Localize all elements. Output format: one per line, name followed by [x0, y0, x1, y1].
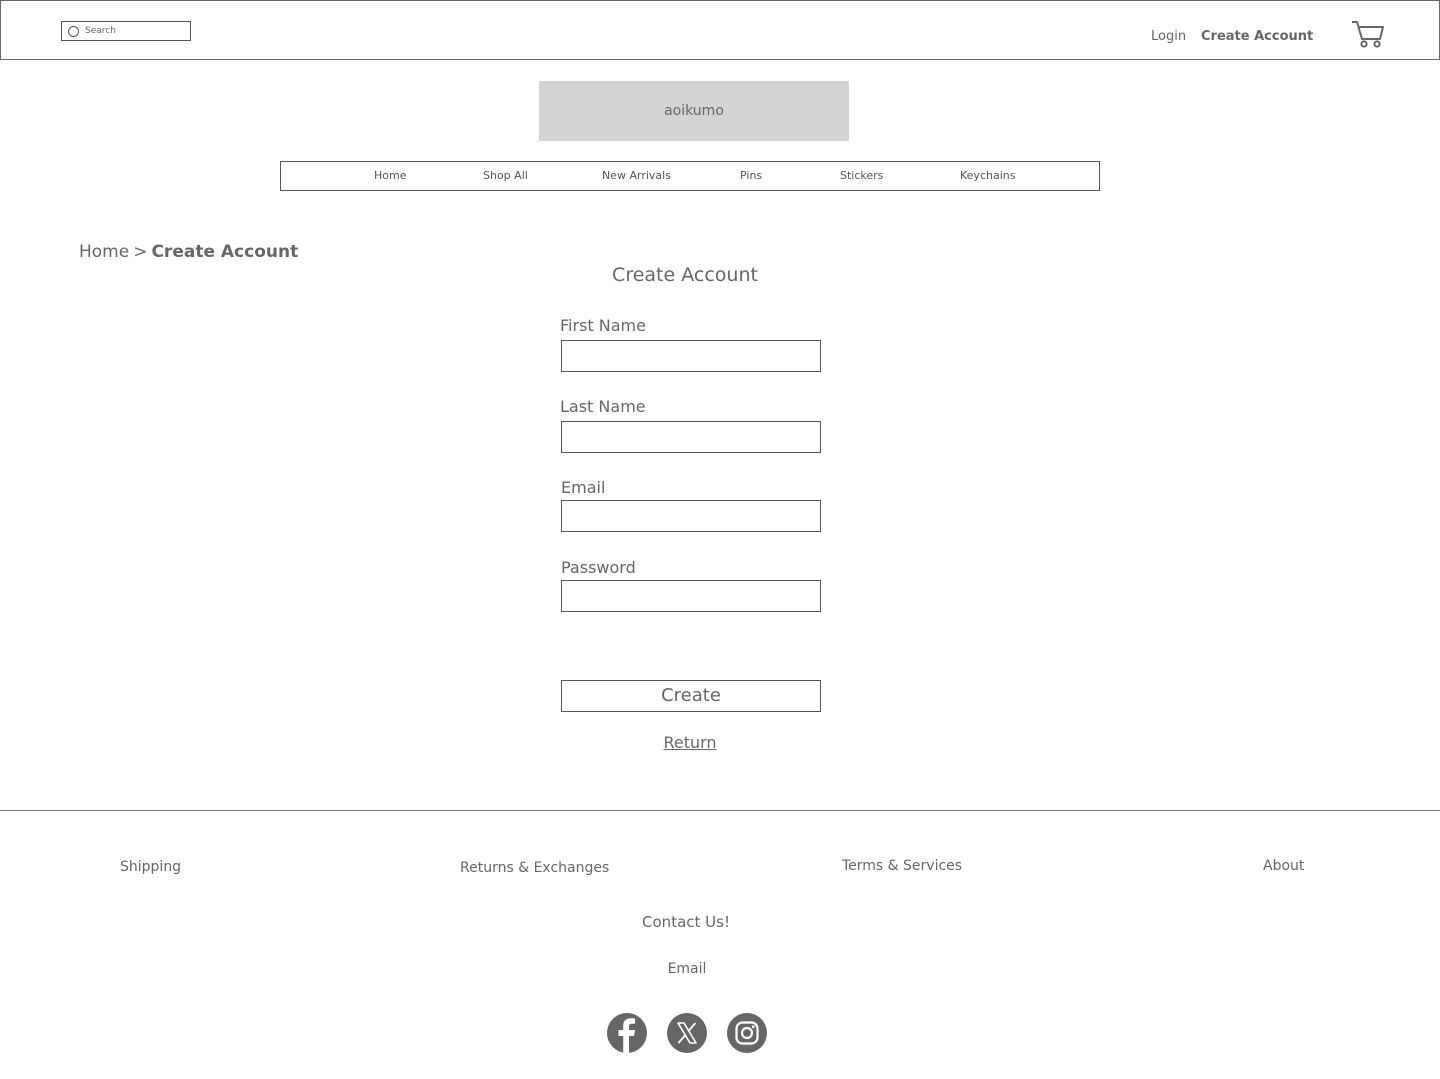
create-button[interactable]: Create: [561, 680, 821, 712]
breadcrumb-current: Create Account: [151, 242, 299, 262]
nav-item-stickers[interactable]: Stickers: [840, 169, 883, 183]
footer-link-shipping[interactable]: Shipping: [120, 858, 181, 876]
contact-email-link[interactable]: Email: [600, 960, 774, 978]
main-nav: Home Shop All New Arrivals Pins Stickers…: [280, 161, 1100, 191]
page-title: Create Account: [612, 264, 758, 286]
nav-item-pins[interactable]: Pins: [740, 169, 762, 183]
cart-icon[interactable]: [1351, 19, 1385, 49]
nav-item-home[interactable]: Home: [374, 169, 406, 183]
footer-divider: [0, 810, 1440, 811]
create-account-link[interactable]: Create Account: [1201, 28, 1313, 46]
nav-item-new-arrivals[interactable]: New Arrivals: [602, 169, 671, 183]
search-input[interactable]: Search: [61, 21, 191, 41]
email-label: Email: [561, 478, 606, 497]
brand-logo[interactable]: aoikumo: [539, 81, 849, 141]
email-field[interactable]: [561, 500, 821, 532]
facebook-icon[interactable]: [607, 1013, 647, 1053]
nav-item-keychains[interactable]: Keychains: [960, 169, 1015, 183]
last-name-field[interactable]: [561, 421, 821, 453]
contact-heading: Contact Us!: [642, 913, 730, 931]
breadcrumb-home[interactable]: Home: [79, 242, 129, 262]
search-placeholder: Search: [85, 26, 116, 36]
footer-link-about[interactable]: About: [1263, 857, 1304, 875]
footer-link-returns[interactable]: Returns & Exchanges: [460, 859, 609, 877]
first-name-label: First Name: [560, 316, 646, 335]
footer-link-terms[interactable]: Terms & Services: [842, 857, 962, 875]
breadcrumb: Home > Create Account: [79, 241, 298, 263]
breadcrumb-separator: >: [133, 242, 148, 262]
instagram-icon[interactable]: [727, 1013, 767, 1053]
nav-item-shop-all[interactable]: Shop All: [483, 169, 528, 183]
search-icon: [68, 26, 79, 37]
last-name-label: Last Name: [560, 397, 646, 416]
return-link[interactable]: Return: [560, 733, 820, 753]
first-name-field[interactable]: [561, 340, 821, 372]
x-icon[interactable]: [667, 1013, 707, 1053]
logo-text: aoikumo: [664, 103, 724, 119]
password-field[interactable]: [561, 580, 821, 612]
password-label: Password: [561, 558, 636, 577]
top-bar: Search Login Create Account: [0, 0, 1440, 60]
login-link[interactable]: Login: [1151, 28, 1186, 46]
